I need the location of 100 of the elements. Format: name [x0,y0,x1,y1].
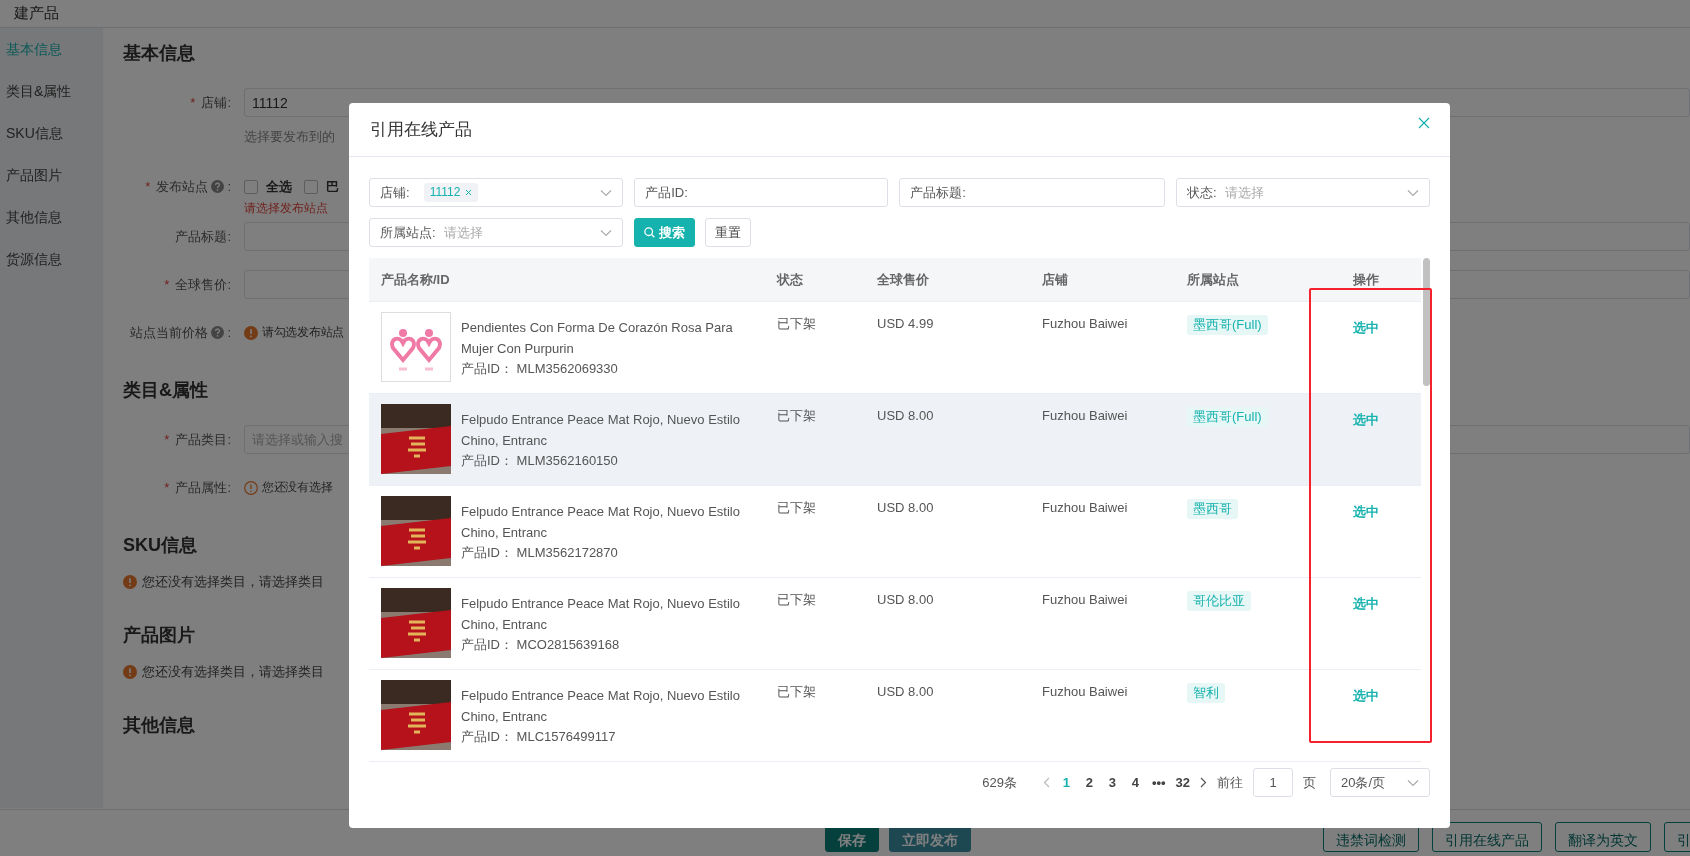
status-text: 已下架 [777,500,816,515]
select-link[interactable]: 选中 [1352,320,1379,335]
doormat-drawing [381,680,451,750]
page-input[interactable]: 1 [1253,768,1293,797]
field-label: 发布站点 [156,177,209,196]
sidebar-item[interactable]: 类目&属性 [0,70,96,112]
scrollbar-thumb[interactable] [1423,258,1430,386]
help-icon [211,326,225,339]
section-title: 类目&属性 [123,379,208,402]
store-text: Fuzhou Baiwei [1042,684,1128,699]
sidebar-item[interactable]: 基本信息 [0,28,96,70]
price-text: USD 8.00 [877,592,934,607]
checkbox[interactable] [244,179,258,194]
placeholder-text: 请选择 [443,223,483,242]
store-text: Fuzhou Baiwei [1042,592,1128,607]
sidebar-item[interactable]: SKU信息 [0,112,96,154]
required-mark: * [164,480,170,495]
section-title: 产品图片 [123,624,195,647]
product-id: 产品ID： MLM3562160150 [461,452,619,470]
doormat-drawing [381,588,451,658]
column-header: 操作 [1351,270,1380,289]
column-header: 店铺 [1041,270,1069,289]
section-title: 基本信息 [123,42,195,65]
notice-text: 您还没有选择类目，请选择类目 [142,663,324,681]
field-label: 全球售价: [175,275,231,294]
price-text: USD 8.00 [877,500,934,515]
page-button[interactable]: 3 [1105,775,1119,790]
sidebar-item[interactable]: 其他信息 [0,196,96,238]
select-link[interactable]: 选中 [1352,412,1379,427]
store-text: Fuzhou Baiwei [1042,500,1128,515]
checkbox-label: 巴 [326,177,339,196]
prev-page-icon[interactable] [1042,777,1050,788]
column-header: 所属站点 [1186,270,1240,289]
required-mark: * [190,95,196,110]
total-count: 629条 [982,773,1017,792]
field-label: 产品属性: [175,478,231,497]
search-icon [644,227,656,238]
page-size-select[interactable]: 20条/页 [1330,768,1430,797]
doormat-drawing [381,496,451,566]
sidebar-item[interactable]: 产品图片 [0,154,96,196]
field-label: 所属站点: [380,223,436,242]
page-button[interactable]: 1 [1059,775,1073,790]
status-text: 已下架 [777,684,816,699]
checkbox-label: 全选 [266,177,292,196]
product-name: Felpudo Entrance Peace Mat Rojo, Nuevo Estilo Chino, Entranc [461,687,741,726]
select-field[interactable]: 所属站点: 请选择 [369,218,624,247]
product-id: 产品ID： MCO2815639168 [461,636,621,654]
column-header: 全球售价 [876,270,930,289]
warning-icon [244,325,258,340]
field-label: 产品标题: [910,183,966,202]
heart-earrings-drawing [381,312,451,382]
page-button[interactable]: 32 [1175,775,1190,790]
store-tag[interactable]: 11112 [423,183,479,202]
required-mark: * [164,277,170,292]
field-label: 状态: [1186,183,1217,202]
action-button[interactable]: 引 [1664,822,1690,852]
tag-close-icon[interactable] [465,189,473,196]
page-unit-label: 页 [1303,773,1316,792]
checkbox[interactable] [304,179,318,194]
site-tag: 智利 [1187,683,1225,703]
section-title: SKU信息 [123,534,197,557]
input-field[interactable]: 产品ID: [634,178,889,207]
dialog-title: 引用在线产品 [370,119,472,141]
caret-icon [600,188,613,197]
select-link[interactable]: 选中 [1352,504,1379,519]
site-tag: 墨西哥(Full) [1187,315,1268,335]
price-text: USD 8.00 [877,684,934,699]
input-field[interactable]: 产品标题: [899,178,1165,207]
close-icon[interactable] [1418,117,1430,129]
next-page-icon[interactable] [1200,777,1207,788]
caret-icon [1407,778,1419,787]
required-mark: * [145,179,151,194]
sidebar-item[interactable]: 货源信息 [0,238,96,280]
action-button[interactable]: 翻译为英文 [1555,822,1651,852]
select-field[interactable]: 店铺: 11112 [369,178,624,207]
action-button[interactable]: 引用在线产品 [1432,822,1542,852]
page-button[interactable]: 2 [1082,775,1096,790]
status-text: 已下架 [777,316,816,331]
site-tag: 哥伦比亚 [1187,591,1251,611]
status-text: 已下架 [777,592,816,607]
select-link[interactable]: 选中 [1352,688,1379,703]
product-name: Pendientes Con Forma De Corazón Rosa Para Mujer Con Purpurin [461,319,734,358]
page-button[interactable]: 4 [1128,775,1142,790]
select-field[interactable]: 状态: 请选择 [1175,178,1430,207]
store-text: Fuzhou Baiwei [1042,408,1128,423]
field-label: 产品标题: [175,227,231,246]
select-link[interactable]: 选中 [1352,596,1379,611]
page-title: 建产品 [14,4,59,23]
page-button[interactable]: ••• [1151,775,1166,790]
error-text: 请选择发布站点 [244,201,328,216]
field-label: 店铺: [380,183,410,202]
notice-text: 您还没有选择 [262,479,333,496]
reset-button[interactable]: 重置 [705,218,752,247]
table-row[interactable]: Felpudo Entrance Peace Mat Rojo, Nuevo Estilo Chino, Entranc 产品ID： MLM3562160150 已下架 USD 8.00 Fuzhou Baiwei 墨西哥(Full) 选中 [369,394,1421,486]
warning-icon [123,665,137,679]
field-label-colon: : [227,325,231,340]
product-name: Felpudo Entrance Peace Mat Rojo, Nuevo Estilo Chino, Entranc [461,503,741,542]
warning-icon [244,480,258,495]
price-text: USD 8.00 [877,408,934,423]
search-button[interactable]: 搜索 [634,218,696,247]
